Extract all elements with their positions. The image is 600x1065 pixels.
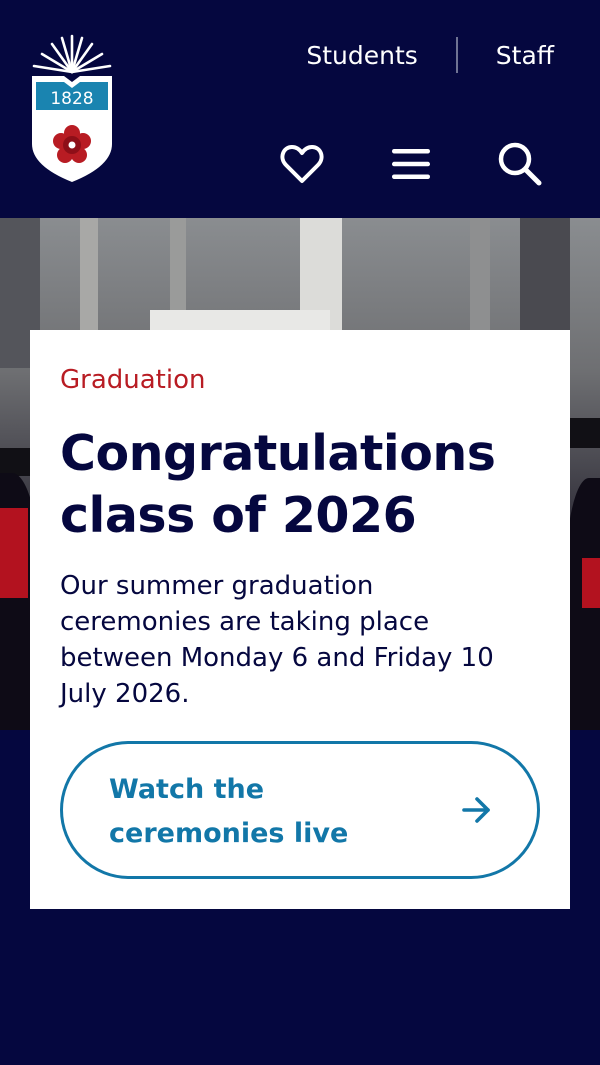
heart-icon xyxy=(280,145,324,183)
site-header: 1828 Students Staff xyxy=(0,0,600,218)
card-description: Our summer graduation ceremonies are tak… xyxy=(60,571,494,709)
card-eyebrow: Graduation xyxy=(60,365,206,395)
hero-card: Graduation Congratulations class of 2026… xyxy=(30,330,570,909)
crest-logo-icon: 1828 xyxy=(32,34,112,182)
logo-year: 1828 xyxy=(50,89,93,109)
hamburger-menu-icon xyxy=(392,149,430,179)
nav-divider xyxy=(455,37,458,73)
favourites-button[interactable] xyxy=(274,136,330,192)
staff-link[interactable]: Staff xyxy=(496,41,554,70)
page: 1828 Students Staff Graduation Congratul… xyxy=(0,0,600,1065)
utility-nav: Students Staff xyxy=(306,36,554,74)
cta-label: Watch the ceremonies live xyxy=(109,774,349,849)
search-button[interactable] xyxy=(492,136,548,192)
menu-button[interactable] xyxy=(383,136,439,192)
students-link[interactable]: Students xyxy=(306,41,417,70)
search-icon xyxy=(498,142,542,186)
card-title: Congratulations class of 2026 xyxy=(60,425,496,544)
arrow-right-icon xyxy=(462,797,490,823)
watch-ceremonies-button[interactable]: Watch the ceremonies live xyxy=(60,741,540,879)
